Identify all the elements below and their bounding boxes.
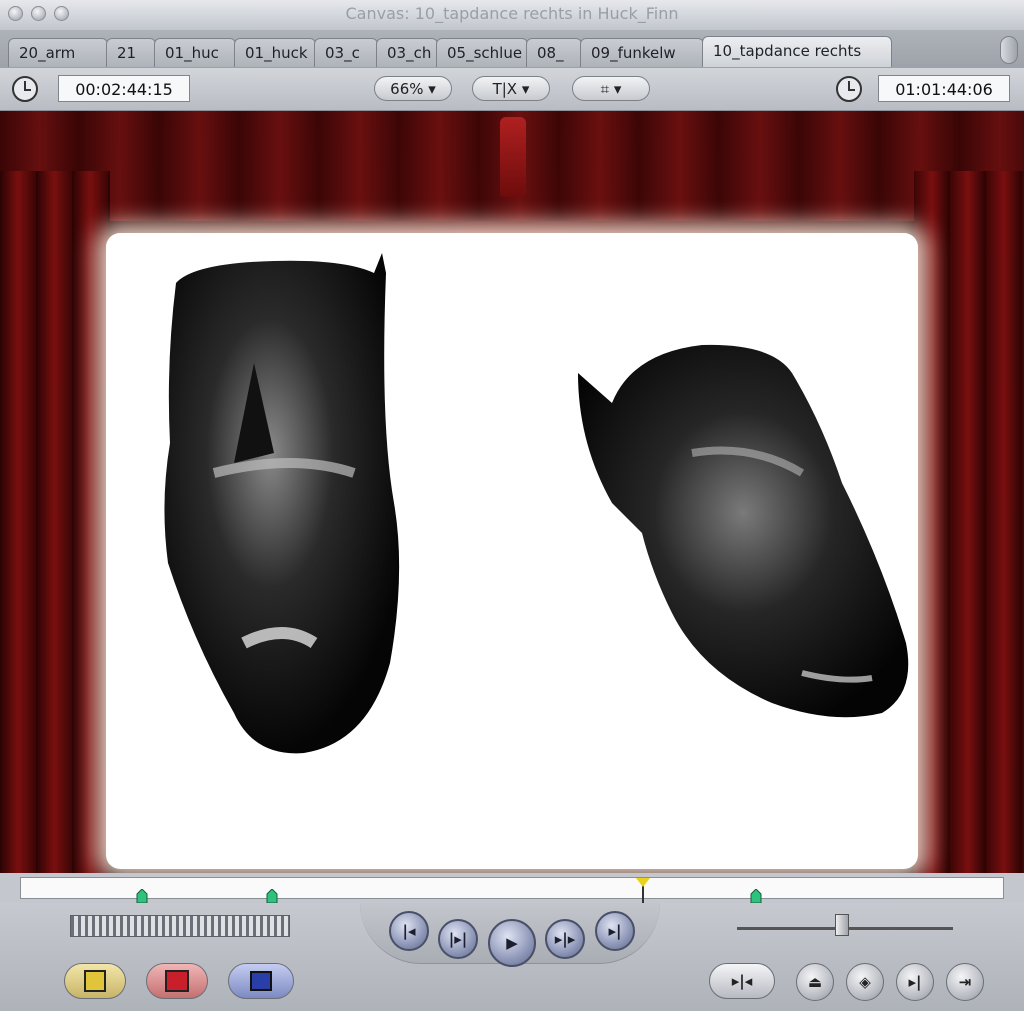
insert-edit-button[interactable]: [64, 963, 126, 999]
fit-popup[interactable]: ⌗ ▾: [572, 76, 650, 101]
go-to-end-icon[interactable]: ⇥: [946, 963, 984, 1001]
right-shoe-image: [578, 344, 909, 718]
scrubber-track[interactable]: [20, 877, 1004, 904]
mark-clip-icon[interactable]: ⏏: [796, 963, 834, 1001]
jog-control[interactable]: [737, 913, 953, 937]
add-keyframe-icon[interactable]: ◈: [846, 963, 884, 1001]
scrubber-bar[interactable]: [0, 873, 1024, 904]
tab-5[interactable]: 03_ch: [376, 38, 438, 67]
mark-out-icon[interactable]: ▸|: [896, 963, 934, 1001]
tab-9[interactable]: 10_tapdance rechts: [702, 36, 892, 67]
shuttle-control[interactable]: [70, 915, 290, 937]
mark-in-icon: [165, 970, 189, 992]
frame-icon: ⌗: [600, 80, 610, 98]
curtain-tassel: [500, 117, 526, 197]
marker-icon[interactable]: [136, 888, 148, 904]
canvas-toolbar: 00:02:44:15 66% ▾ T|X ▾ ⌗ ▾ 01:01:44:06: [0, 68, 1024, 111]
tab-4[interactable]: 03_c: [314, 38, 378, 67]
match-frame-icon[interactable]: ▸|◂: [709, 963, 775, 999]
current-timecode-field[interactable]: 01:01:44:06: [878, 75, 1010, 102]
zoom-value: 66%: [390, 80, 424, 98]
tab-0[interactable]: 20_arm: [8, 38, 108, 67]
tab-6[interactable]: 05_schlue: [436, 38, 528, 67]
insert-edit-icon: [84, 970, 106, 992]
tab-2[interactable]: 01_huc: [154, 38, 236, 67]
zoom-popup[interactable]: 66% ▾: [374, 76, 452, 101]
window-title: Canvas: 10_tapdance rechts in Huck_Finn: [345, 4, 679, 23]
transport-controls: |◂ |▸| ▶ ▸|▸ ▸| ▸|◂ ⏏ ◈ ▸| ⇥: [0, 903, 1024, 1011]
overlay-edit-button[interactable]: [228, 963, 294, 999]
sequence-tabbar: 20_arm 21 01_huc 01_huck 03_c 03_ch 05_schlue 0…: [0, 30, 1024, 68]
tab-scroll-button[interactable]: [1000, 36, 1018, 64]
overlay-icon: [250, 971, 272, 991]
curtain-right: [914, 171, 1024, 873]
marker-icon[interactable]: [266, 888, 278, 904]
duration-clock-icon: [12, 76, 38, 102]
current-time-clock-icon: [836, 76, 862, 102]
play-button[interactable]: ▶: [488, 919, 536, 967]
sequence-tabs: 20_arm 21 01_huc 01_huck 03_c 03_ch 05_schlue 0…: [8, 36, 892, 67]
view-popup[interactable]: T|X ▾: [472, 76, 550, 101]
canvas-viewer[interactable]: [0, 111, 1024, 873]
video-frame: [106, 233, 918, 869]
go-to-in-icon[interactable]: |◂: [389, 911, 429, 951]
tab-3[interactable]: 01_huck: [234, 38, 316, 67]
jog-knob[interactable]: [835, 914, 849, 936]
chevron-down-icon: ▾: [609, 80, 622, 98]
curtain-left: [0, 171, 110, 873]
chevron-down-icon: ▾: [423, 80, 436, 98]
prev-edit-icon[interactable]: |▸|: [438, 919, 478, 959]
chevron-down-icon: ▾: [517, 80, 530, 98]
overwrite-edit-button[interactable]: [146, 963, 208, 999]
duration-timecode-field[interactable]: 00:02:44:15: [58, 75, 190, 102]
view-value: T|X: [492, 80, 518, 98]
tab-1[interactable]: 21: [106, 38, 156, 67]
playhead-handle-icon[interactable]: [635, 878, 650, 887]
window-titlebar: Canvas: 10_tapdance rechts in Huck_Finn: [0, 0, 1024, 31]
next-edit-icon[interactable]: ▸|▸: [545, 919, 585, 959]
tab-8[interactable]: 09_funkelw: [580, 38, 704, 67]
play-icon: ▶: [506, 934, 518, 952]
go-to-out-icon[interactable]: ▸|: [595, 911, 635, 951]
marker-icon[interactable]: [750, 888, 762, 904]
left-shoe-image: [164, 253, 400, 754]
tab-7[interactable]: 08_: [526, 38, 582, 67]
